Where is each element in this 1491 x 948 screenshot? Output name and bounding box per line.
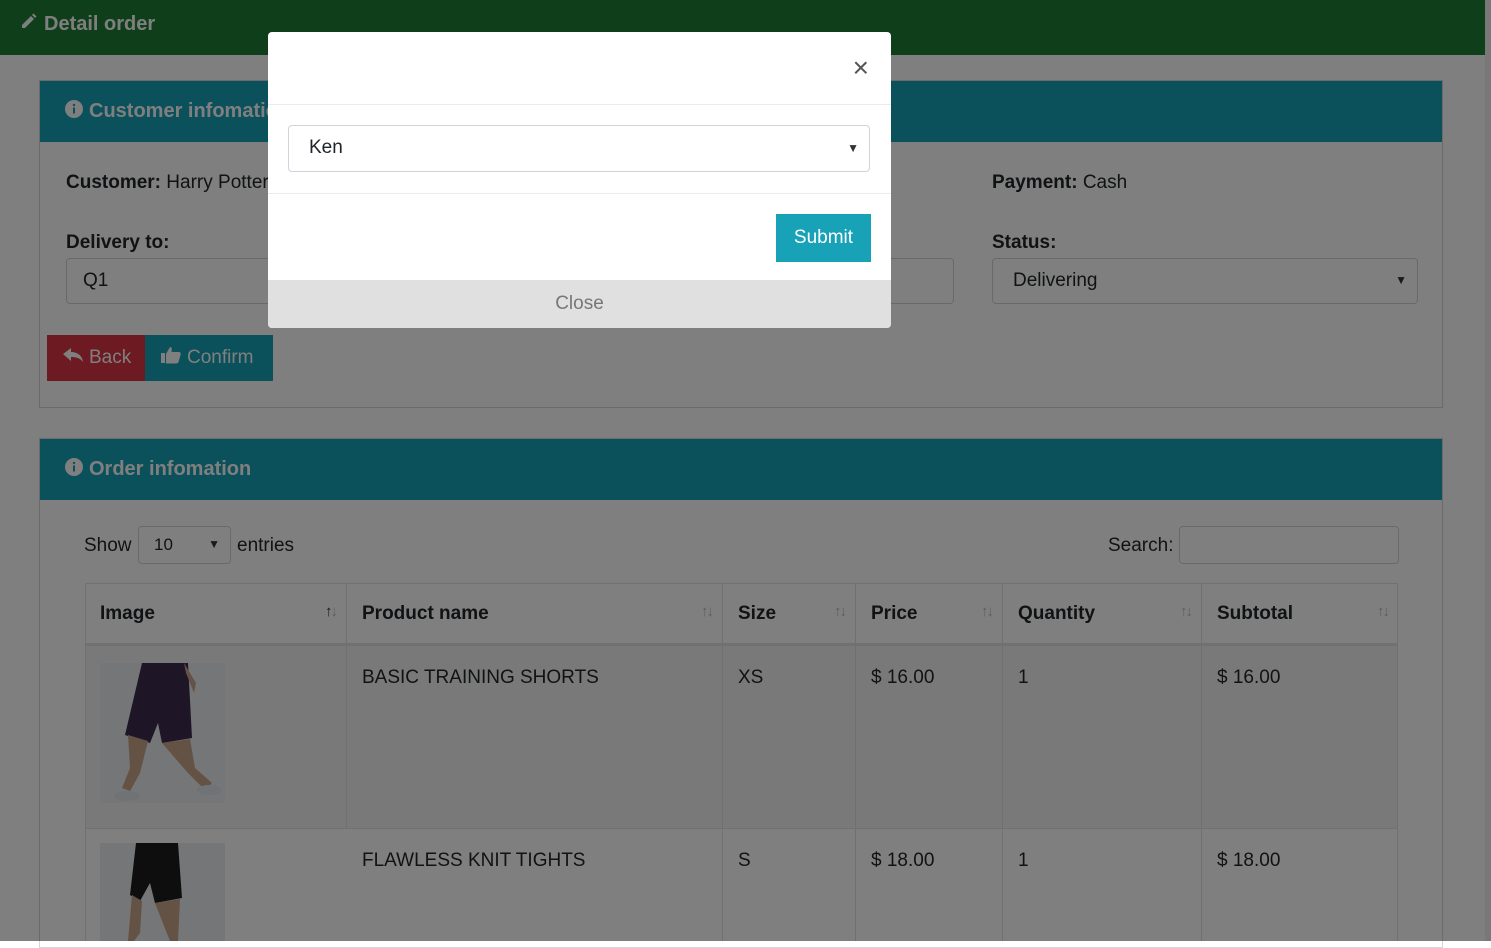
modal-select[interactable]: Ken ▼ [288,125,870,172]
modal-footer: Submit [268,194,891,282]
modal-header: × [268,32,891,105]
modal-select-value: Ken [309,137,343,158]
modal-dialog: × Ken ▼ Submit Close [268,32,891,328]
close-button[interactable]: Close [268,280,891,328]
close-icon[interactable]: × [853,54,869,82]
caret-down-icon: ▼ [847,141,859,155]
submit-button[interactable]: Submit [776,214,871,262]
modal-body: Ken ▼ [268,105,891,194]
